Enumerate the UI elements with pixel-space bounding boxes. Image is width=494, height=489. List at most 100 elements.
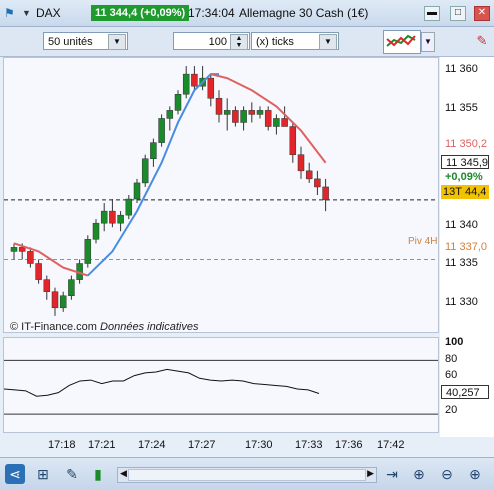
disclaimer-text: Données indicatives (100, 321, 199, 333)
candle-body (100, 210, 108, 224)
candle-body (59, 295, 67, 309)
candle-icon[interactable]: ▮ (88, 464, 108, 484)
candle-body (223, 110, 231, 115)
candle-body (92, 222, 100, 240)
candle-body (35, 263, 42, 280)
symbol-dropdown-icon[interactable]: ▼ (22, 8, 31, 18)
scrollbar[interactable]: ◀ ▶ (117, 467, 377, 483)
candle-body (141, 158, 149, 184)
osc-tick: 20 (445, 404, 458, 416)
x-tick: 17:21 (88, 439, 116, 451)
chevron-down-icon[interactable]: ▼ (108, 34, 126, 50)
x-tick: 17:30 (245, 439, 273, 451)
candle-body (314, 178, 321, 188)
candle-body (43, 279, 51, 292)
y-tick: 11 340 (445, 219, 478, 231)
x-tick: 17:24 (138, 439, 166, 451)
price-scale[interactable]: 11 360 11 355 11 350,2 11 345,9 +0,09% 1… (440, 57, 494, 437)
zoom-out-icon[interactable]: ⊖ (437, 464, 457, 484)
chevron-down-icon[interactable]: ▼ (319, 34, 337, 50)
scroll-end-icon[interactable]: ⇥ (382, 464, 402, 484)
maximize-button[interactable]: □ (450, 6, 466, 21)
copyright-text: © IT-Finance.com (10, 321, 97, 333)
share-icon[interactable]: ⋖ (5, 464, 25, 484)
zoom-in-icon[interactable]: ⊕ (465, 464, 485, 484)
osc-tick: 80 (445, 353, 458, 365)
stepper-icon[interactable]: ▲ ▼ (230, 34, 248, 50)
bottom-toolbar: ⋖ ⊞ ✎ ▮ ◀ ▶ ⇥ ⊕ ⊖ ⊕ (0, 457, 494, 489)
draw-icon[interactable]: ✎ (62, 464, 82, 484)
candle-body (322, 186, 329, 201)
chart-type-button[interactable] (383, 30, 421, 54)
close-button[interactable]: ✕ (474, 6, 490, 21)
scroll-left-icon[interactable]: ◀ (120, 468, 127, 479)
clock-time: 17:34:04 (188, 6, 235, 20)
candle-body (207, 77, 215, 99)
candle-body (289, 126, 297, 155)
y-tick: 11 355 (445, 102, 478, 114)
price-badge: 11 344,4 (+0,09%) (91, 5, 190, 21)
pin-icon[interactable]: ⚑ (4, 5, 20, 21)
y-tick: 11 335 (445, 257, 478, 269)
candle-body (150, 142, 157, 159)
candle-body (133, 182, 141, 200)
candle-body (68, 279, 75, 296)
time-axis[interactable]: 17:18 17:21 17:24 17:27 17:30 17:33 17:3… (3, 434, 439, 456)
x-tick: 17:18 (48, 439, 76, 451)
candle-body (18, 247, 26, 252)
copyright-notice: © IT-Finance.com Données indicatives (10, 321, 198, 333)
y-tick: 11 330 (445, 296, 478, 308)
candle-body (125, 198, 133, 216)
osc-tick: 60 (445, 369, 458, 381)
candle-body (273, 118, 280, 127)
pivot-value-label: 11 337,0 (445, 241, 488, 253)
current-price-label: 44,4 (463, 185, 489, 199)
scroll-right-icon[interactable]: ▶ (367, 468, 374, 479)
instrument-name: Allemagne 30 Cash (1€) (239, 6, 369, 20)
candle-body (166, 110, 174, 119)
pivot-label: Piv 4H (408, 236, 438, 247)
candle-body (281, 118, 288, 127)
x-tick: 17:27 (188, 439, 216, 451)
ticks-value: 100 (208, 36, 227, 48)
ticks-input[interactable]: 100 ▲ ▼ (173, 32, 250, 50)
symbol-name[interactable]: DAX (36, 6, 61, 20)
candle-body (109, 210, 116, 224)
price-chart[interactable]: © IT-Finance.com Données indicatives Piv… (3, 57, 439, 333)
candle-body (182, 73, 190, 95)
scrollbar-thumb[interactable] (128, 469, 366, 481)
candle-body (297, 154, 305, 172)
tick-count-label: 13T (441, 185, 463, 199)
candle-body (84, 239, 92, 264)
add-indicator-icon[interactable]: ⊞ (33, 464, 53, 484)
chevron-down-icon[interactable]: ▼ (421, 32, 435, 52)
zoom-fit-icon[interactable]: ⊕ (409, 464, 429, 484)
oscillator-canvas (4, 359, 438, 415)
x-tick: 17:33 (295, 439, 323, 451)
oscillator-line (4, 368, 320, 397)
osc-tick: 100 (445, 336, 464, 348)
oscillator-chart[interactable] (3, 337, 439, 433)
ticks-unit-select[interactable]: (x) ticks ▼ (251, 32, 339, 50)
candle-body (264, 110, 272, 127)
candle-body (51, 291, 59, 309)
moving-average-fast (87, 73, 219, 277)
candle-body (10, 247, 18, 252)
candle-body (256, 110, 264, 115)
candle-body (158, 118, 165, 143)
last-price-label: 11 345,9 (441, 155, 489, 169)
candle-body (305, 170, 313, 180)
x-tick: 17:36 (335, 439, 363, 451)
candle-body (27, 251, 34, 264)
units-value: 50 unités (48, 36, 93, 48)
candle-body (174, 94, 182, 111)
x-tick: 17:42 (377, 439, 405, 451)
candle-body (117, 214, 124, 224)
toolbar: 50 unités ▼ 100 ▲ ▼ (x) ticks ▼ ▼ ✎ (0, 27, 494, 57)
units-select[interactable]: 50 unités ▼ (43, 32, 128, 50)
candle-body (232, 110, 239, 123)
ma-value-label: 11 350,2 (445, 138, 488, 150)
tools-icon[interactable]: ✎ (474, 31, 490, 51)
minimize-button[interactable]: ▬ (424, 6, 440, 21)
candle-body (248, 110, 256, 115)
